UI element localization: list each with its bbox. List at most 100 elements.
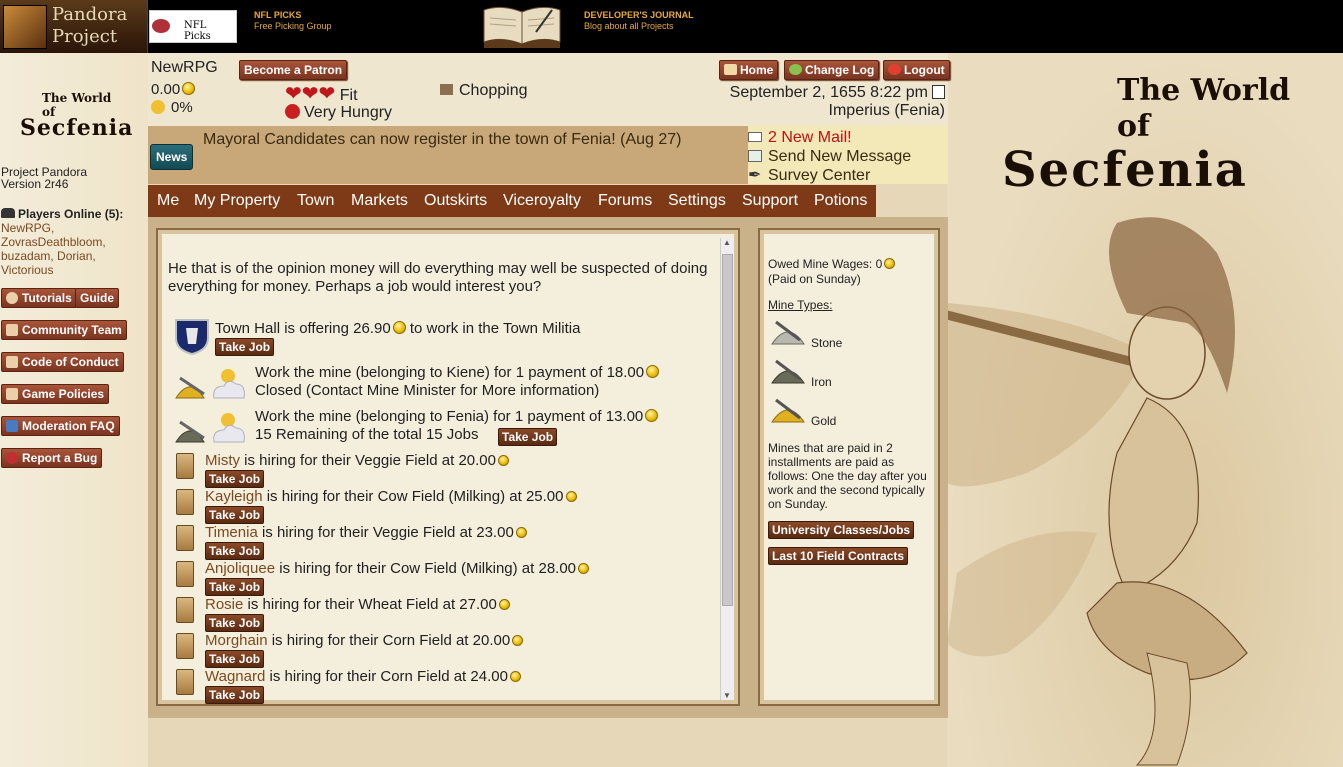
player-link[interactable]: buzadam, [1,249,54,263]
owed-wages: Owed Mine Wages: 0 [768,256,896,272]
take-job-button[interactable]: Take Job [205,542,265,560]
tutorials-button[interactable]: Tutorials [1,288,77,308]
last-field-contracts-button[interactable]: Last 10 Field Contracts [768,547,909,565]
employer-link[interactable]: Rosie [205,596,243,613]
player-link[interactable]: Victorious [1,263,123,277]
nav-support[interactable]: Support [742,192,798,210]
scroll-down-icon[interactable]: ▼ [723,691,731,700]
send-message-link[interactable]: Send New Message [748,147,911,166]
energy-display: 0% [151,99,193,116]
health-value: Fit [339,87,358,104]
edit-icon[interactable] [932,85,945,99]
logout-button[interactable]: Logout [883,60,950,80]
take-job-button[interactable]: Take Job [205,614,265,632]
take-job-button[interactable]: Take Job [498,428,558,446]
scroll-icon [176,525,194,551]
pandora-logo[interactable]: Pandora Project [0,0,148,53]
nfl-ad-sub[interactable]: Free Picking Group [254,21,332,32]
username[interactable]: NewRPG [151,59,218,77]
document-icon [6,388,18,400]
survey-center-link[interactable]: ✒ Survey Center [748,166,911,185]
mail-box: 2 New Mail! Send New Message ✒ Survey Cen… [748,126,948,184]
heart-icon: ❤ [301,83,319,105]
money-display: 0.00 [151,81,196,98]
home-button[interactable]: Home [719,60,779,80]
dev-journal-title[interactable]: DEVELOPER'S JOURNAL [584,10,694,21]
lips-icon [152,19,170,33]
energy-value: 0% [171,99,193,116]
question-icon [6,420,18,432]
nav-viceroyalty[interactable]: Viceroyalty [503,192,581,210]
modfaq-label: Moderation FAQ [22,419,115,433]
scrollbar-thumb[interactable] [722,254,733,606]
mine-job-kiene: Work the mine (belonging to Kiene) for 1… [255,364,660,382]
dev-journal-sub[interactable]: Blog about all Projects [584,21,694,32]
nfl-ad-label: NFL Picks [184,20,211,42]
guide-button[interactable]: Guide [75,288,120,308]
open-book-icon[interactable] [480,2,564,50]
scroll-up-icon[interactable]: ▲ [723,238,731,247]
scrollbar[interactable]: ▲ ▼ [720,238,734,700]
conduct-label: Code of Conduct [22,355,119,369]
report-bug-button[interactable]: Report a Bug [1,448,103,468]
nav-markets[interactable]: Markets [351,192,408,210]
fairy-artwork: The World of Secfenia [947,53,1343,767]
nfl-ad-title[interactable]: NFL PICKS [254,10,332,21]
player-link[interactable]: buzadam, Dorian, [1,249,123,263]
player-link[interactable]: ZovrasDeathbloom, [1,235,123,249]
status-bar: NewRPG Become a Patron 0.00 0% ❤❤❤ Fit V… [148,53,950,126]
news-button[interactable]: News [150,144,194,170]
nav-forums[interactable]: Forums [598,192,652,210]
secfenia-small-logo[interactable]: The World of Secfenia [20,91,132,141]
employer-link[interactable]: Kayleigh [205,488,263,505]
code-of-conduct-button[interactable]: Code of Conduct [1,352,124,372]
take-job-button[interactable]: Take Job [205,470,265,488]
employer-link[interactable]: Misty [205,452,240,469]
player-link[interactable]: Dorian, [57,249,96,263]
nav-my-property[interactable]: My Property [194,192,280,210]
box-icon [440,84,453,95]
new-mail-link[interactable]: 2 New Mail! [748,128,911,147]
take-job-button[interactable]: Take Job [215,338,275,356]
field-job-text: is hiring for their Veggie Field at 20.0… [244,452,496,469]
nav-settings[interactable]: Settings [668,192,726,210]
nav-town[interactable]: Town [297,192,334,210]
tutorials-label: Tutorials [22,291,72,305]
new-mail-label: 2 New Mail! [768,129,852,146]
large-logo-line1: The World of [1117,73,1291,144]
mine-job-fenia: Work the mine (belonging to Fenia) for 1… [255,408,659,426]
moderation-faq-button[interactable]: Moderation FAQ [1,416,120,436]
employer-link[interactable]: Anjoliquee [205,560,275,577]
news-text[interactable]: Mayoral Candidates can now register in t… [203,131,681,149]
become-patron-button[interactable]: Become a Patron [239,60,348,80]
nav-potions[interactable]: Potions [814,192,867,210]
coin-icon [512,635,524,646]
university-classes-button[interactable]: University Classes/Jobs [768,521,915,539]
take-job-button[interactable]: Take Job [205,578,265,596]
take-job-button[interactable]: Take Job [205,686,265,704]
employer-link[interactable]: Timenia [205,524,258,541]
compose-icon [748,150,762,162]
sun-icon [151,100,165,114]
employer-link[interactable]: Morghain [205,632,268,649]
location[interactable]: Imperius (Fenia) [829,102,945,120]
skill-display: Chopping [440,82,528,100]
nav-outskirts[interactable]: Outskirts [424,192,487,210]
take-job-button[interactable]: Take Job [205,650,265,668]
take-job-button[interactable]: Take Job [205,506,265,524]
scroll-icon [176,597,194,623]
change-log-button[interactable]: Change Log [784,60,880,80]
player-link[interactable]: NewRPG, [1,221,123,235]
nfl-ad-text[interactable]: NFL PICKS Free Picking Group [254,10,332,32]
game-policies-button[interactable]: Game Policies [1,384,110,404]
nav-me[interactable]: Me [157,192,179,210]
document-icon [6,356,18,368]
community-team-button[interactable]: Community Team [1,320,127,340]
dev-journal-ad[interactable]: DEVELOPER'S JOURNAL Blog about all Proje… [584,10,694,32]
nfl-ad-image[interactable]: NFL Picks [149,10,237,43]
quill-icon: ✒ [748,167,762,184]
field-job-text: is hiring for their Cow Field (Milking) … [266,488,564,505]
money-value: 0.00 [151,81,181,98]
employer-link[interactable]: Wagnard [205,668,265,685]
players-online-heading: Players Online (5): [1,207,123,221]
